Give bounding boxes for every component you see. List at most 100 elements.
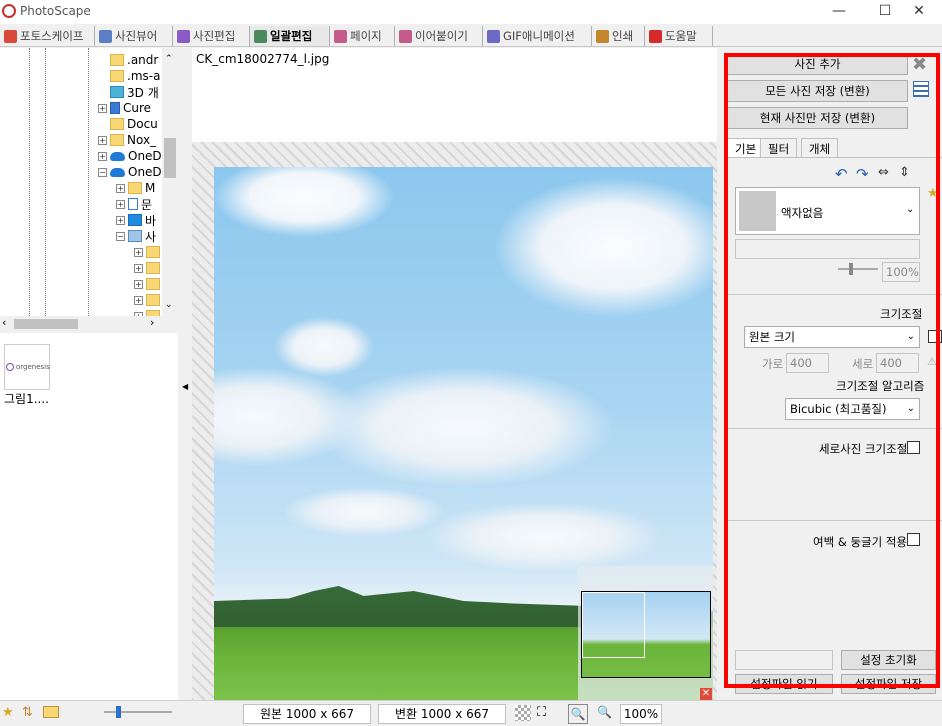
open-folder-icon[interactable]: [43, 706, 59, 718]
star-icon[interactable]: ★: [2, 705, 14, 720]
title-bar: PhotoScape — ☐ ✕: [0, 0, 942, 24]
tab-icon: [99, 29, 112, 43]
expand-toggle-icon[interactable]: +: [116, 199, 125, 209]
tree-vertical-scrollbar[interactable]: ⌃ ⌄: [162, 48, 178, 316]
folder-icon: [110, 118, 124, 130]
expand-toggle-icon[interactable]: +: [116, 183, 125, 193]
tab-label: 이어붙이기: [415, 29, 468, 43]
thumbnail-image[interactable]: orgenesis: [4, 344, 50, 390]
tree-item-label: M: [145, 181, 156, 195]
tree-hscroll-thumb[interactable]: [14, 319, 78, 329]
minimize-button[interactable]: —: [816, 0, 862, 24]
cloud-icon: [110, 151, 125, 161]
slider-thumb[interactable]: [116, 706, 121, 718]
expand-toggle-icon[interactable]: +: [134, 295, 143, 305]
tree-item-label: 바: [145, 213, 157, 228]
tab-6[interactable]: GIF애니메이션: [483, 26, 592, 46]
folder-icon: [128, 182, 142, 194]
tab-icon: [4, 29, 17, 43]
tree-item-label: Cure: [123, 101, 152, 115]
tab-icon: [177, 29, 190, 43]
expand-toggle-icon[interactable]: +: [98, 135, 107, 145]
scroll-left-icon[interactable]: ‹: [2, 316, 6, 329]
tab-label: 일괄편집: [270, 29, 313, 43]
file-list-item[interactable]: CK_cm18002774_l.jpg: [196, 52, 329, 66]
expand-toggle-icon[interactable]: −: [116, 231, 125, 241]
tab-label: 포토스케이프: [20, 29, 84, 43]
navigator-close-icon[interactable]: ✕: [700, 688, 712, 700]
expand-toggle-icon[interactable]: −: [98, 167, 107, 177]
original-size: 원본 1000 x 667: [243, 704, 371, 724]
thumb-size-slider[interactable]: [104, 706, 172, 718]
window-title: PhotoScape: [20, 4, 91, 18]
logo-mark-icon: [6, 363, 14, 371]
tree-item-label: Nox_: [127, 133, 157, 147]
folder-icon: [110, 70, 124, 82]
scroll-right-icon[interactable]: ›: [150, 316, 154, 329]
tree-item-label: 3D 개: [127, 85, 159, 100]
main-tab-bar: 포토스케이프 사진뷰어 사진편집 일괄편집 페이지 이어붙이기 GIF애니메이션 인쇄 도움말: [0, 25, 942, 47]
folder-icon: [146, 294, 160, 306]
tree-scroll-thumb[interactable]: [164, 138, 176, 178]
expand-toggle-icon[interactable]: +: [134, 279, 143, 289]
tab-2[interactable]: 사진편집: [173, 26, 250, 46]
desktop-icon: [128, 214, 142, 226]
tree-item-label: Docu: [127, 117, 158, 131]
pane-splitter[interactable]: ◀: [178, 48, 192, 700]
folder-icon: [110, 54, 124, 66]
picture-folder-icon: [128, 230, 142, 242]
tab-label: 사진뷰어: [115, 29, 158, 43]
collapse-arrow-icon[interactable]: ◀: [182, 382, 188, 391]
tab-icon: [254, 29, 267, 43]
folder-tree[interactable]: .andr .ms-a 3D 개 + Cure Docu + Nox_ + OneD − OneD + M…: [0, 48, 178, 316]
tree-item-label: .andr: [127, 53, 159, 67]
tree-horizontal-scrollbar[interactable]: ‹ ›: [0, 316, 178, 332]
tab-icon: [399, 29, 412, 43]
transparency-icon[interactable]: [515, 705, 531, 721]
zoom-actual-icon[interactable]: 🔍: [568, 704, 588, 724]
converted-size: 변환 1000 x 667: [378, 704, 506, 724]
tab-label: 사진편집: [193, 29, 236, 43]
photoscape-logo-icon: [2, 4, 16, 18]
tree-item-label: 문: [141, 197, 153, 212]
tab-7[interactable]: 인쇄: [592, 26, 645, 46]
folder-icon: [146, 278, 160, 290]
thumbnail-pane: orgenesis 그림1....: [0, 333, 178, 700]
tab-icon: [649, 29, 662, 43]
scroll-down-icon[interactable]: ⌄: [165, 300, 173, 310]
tab-icon: [596, 29, 609, 43]
expand-toggle-icon[interactable]: +: [116, 215, 125, 225]
expand-toggle-icon[interactable]: +: [98, 151, 107, 161]
tab-icon: [487, 29, 500, 43]
sort-icon[interactable]: ⇅: [22, 705, 33, 720]
document-icon: [128, 198, 138, 210]
building-icon: [110, 102, 120, 114]
expand-toggle-icon[interactable]: +: [134, 247, 143, 257]
highlight-frame: [724, 53, 940, 688]
close-window-button[interactable]: ✕: [896, 0, 942, 24]
tab-4[interactable]: 페이지: [330, 26, 395, 46]
zoom-level: 100%: [620, 704, 662, 724]
expand-toggle-icon[interactable]: +: [134, 263, 143, 273]
tree-item-label: OneD: [128, 149, 162, 163]
expand-toggle-icon[interactable]: +: [98, 103, 107, 113]
thumbnail-label: 그림1....: [4, 392, 49, 406]
tree-item-label: .ms-a: [127, 69, 161, 83]
zoom-in-icon[interactable]: 🔍: [597, 705, 612, 719]
navigator-viewport[interactable]: [582, 592, 645, 658]
folder-icon: [110, 134, 124, 146]
tab-1[interactable]: 사진뷰어: [95, 26, 173, 46]
scroll-up-icon[interactable]: ⌃: [165, 54, 173, 64]
folder-icon: [146, 262, 160, 274]
fit-screen-icon[interactable]: ⛶: [537, 705, 546, 720]
tab-8[interactable]: 도움말: [645, 26, 713, 46]
file-list-panel: CK_cm18002774_l.jpg: [192, 48, 717, 142]
tree-item-label: 사: [145, 229, 157, 244]
tab-icon: [334, 29, 347, 43]
tab-label: 도움말: [665, 29, 697, 43]
tab-label: 페이지: [350, 29, 382, 43]
tab-0[interactable]: 포토스케이프: [0, 26, 95, 46]
tab-5[interactable]: 이어붙이기: [395, 26, 483, 46]
tab-3[interactable]: 일괄편집: [250, 26, 330, 46]
folder-icon: [146, 246, 160, 258]
